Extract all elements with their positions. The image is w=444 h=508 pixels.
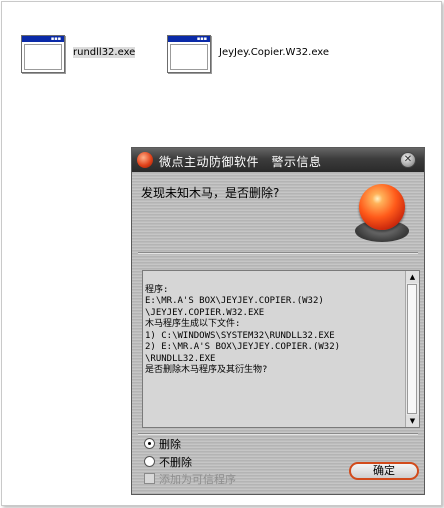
delete-radio-label: 删除: [159, 438, 181, 451]
trust-program-checkbox[interactable]: 添加为可信程序: [144, 471, 236, 487]
trust-program-label: 添加为可信程序: [159, 473, 236, 486]
alert-question: 发现未知木马，是否删除?: [141, 186, 280, 200]
window-app-icon: ▪▪▪: [167, 35, 211, 73]
window-app-icon: ▪▪▪: [21, 35, 65, 73]
message-line: 木马程序生成以下文件:: [145, 319, 241, 329]
message-line: E:\MR.A'S BOX\JEYJEY.COPIER.(W32): [145, 296, 324, 306]
scroll-down-icon[interactable]: ▼: [406, 415, 419, 427]
message-textbox[interactable]: 程序: E:\MR.A'S BOX\JEYJEY.COPIER.(W32) \J…: [142, 270, 420, 428]
dialog-title: 微点主动防御软件 警示信息: [159, 155, 322, 169]
checkbox-icon: [144, 473, 155, 484]
desktop-icon-label: JeyJey.Copier.W32.exe: [219, 47, 330, 58]
message-line: 2) E:\MR.A'S BOX\JEYJEY.COPIER.(W32): [145, 342, 341, 352]
dialog-titlebar[interactable]: 微点主动防御软件 警示信息 ✕: [132, 148, 424, 172]
radio-selected-icon: [144, 438, 155, 449]
message-text: 程序: E:\MR.A'S BOX\JEYJEY.COPIER.(W32) \J…: [145, 273, 340, 377]
message-line: \JEYJEY.COPIER.W32.EXE: [145, 307, 265, 318]
desktop-icon-jeyjey[interactable]: ▪▪▪ JeyJey.Copier.W32.exe: [167, 35, 367, 79]
message-line: 1) C:\WINDOWS\SYSTEM32\RUNDLL32.EXE: [145, 330, 335, 341]
desktop-icon-rundll32[interactable]: ▪▪▪ rundll32.exe: [21, 35, 141, 79]
alert-dialog: 微点主动防御软件 警示信息 ✕ 发现未知木马，是否删除? 程序: E:\MR.A…: [131, 147, 425, 495]
message-scrollbar[interactable]: ▲ ▼: [405, 271, 419, 427]
delete-radio[interactable]: 删除: [144, 436, 181, 452]
divider: [138, 433, 418, 435]
divider: [138, 252, 418, 254]
message-line: \RUNDLL32.EXE: [145, 353, 216, 364]
ok-button[interactable]: 确定: [349, 462, 419, 480]
scroll-thumb[interactable]: [407, 284, 417, 414]
keep-radio-label: 不删除: [159, 456, 192, 469]
message-line: 是否删除木马程序及其衍生物?: [145, 365, 268, 375]
radio-unselected-icon: [144, 456, 155, 467]
app-logo-icon: [137, 152, 153, 168]
close-icon[interactable]: ✕: [400, 152, 416, 168]
message-line: 程序:: [145, 284, 169, 295]
scroll-up-icon[interactable]: ▲: [406, 271, 419, 283]
alarm-light-icon: [351, 178, 413, 246]
keep-radio[interactable]: 不删除: [144, 454, 192, 470]
desktop-icon-label: rundll32.exe: [73, 47, 136, 58]
desktop-area: ▪▪▪ rundll32.exe ▪▪▪ JeyJey.Copier.W32.e…: [1, 1, 442, 506]
